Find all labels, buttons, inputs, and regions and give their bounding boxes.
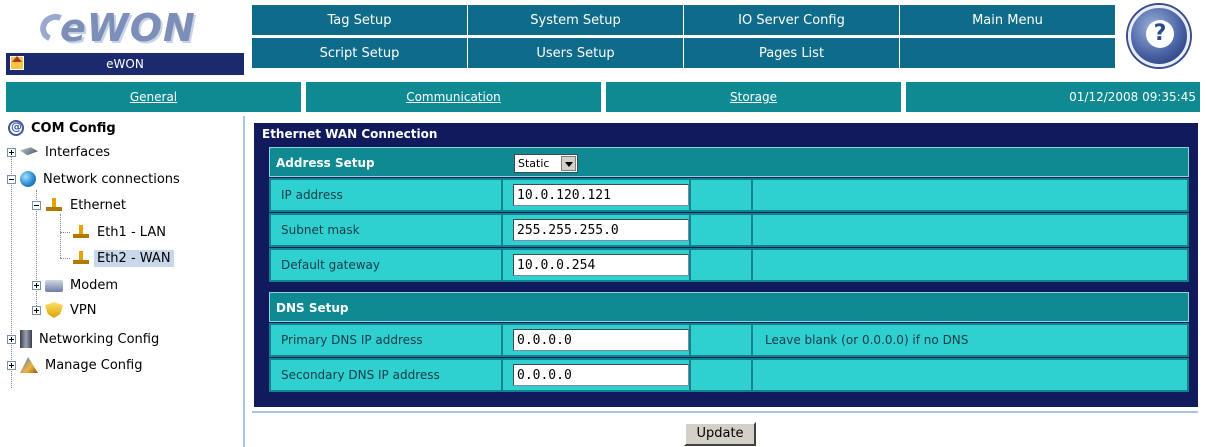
nav-io-server-config[interactable]: IO Server Config (684, 5, 900, 36)
expand-icon[interactable] (7, 334, 16, 344)
primary-dns-label: Primary DNS IP address (271, 325, 501, 355)
spacer-cell (691, 180, 751, 210)
subnet-mask-hint (753, 215, 1187, 245)
tree-item-networking-config[interactable]: Networking Config (7, 329, 162, 349)
tree-root-com-config[interactable]: COM Config (8, 118, 119, 138)
logo: eWON (60, 6, 196, 50)
com-config-icon (8, 120, 24, 136)
vpn-shield-icon (45, 302, 63, 318)
ethernet-port-icon (72, 250, 90, 266)
nav-system-setup[interactable]: System Setup (468, 5, 684, 36)
nav-empty-cell (900, 38, 1116, 69)
ip-address-hint (753, 180, 1187, 210)
nav-main-menu[interactable]: Main Menu (900, 5, 1116, 36)
update-button[interactable]: Update (684, 422, 756, 446)
sub-nav: General Communication Storage 01/12/2008… (6, 82, 1200, 112)
expand-icon[interactable] (32, 305, 41, 315)
tree-connector (60, 258, 70, 259)
help-button[interactable]: ? (1128, 5, 1190, 67)
tree-item-vpn[interactable]: VPN (32, 300, 99, 320)
default-gateway-row: Default gateway (269, 248, 1189, 282)
collapse-icon[interactable] (7, 174, 16, 184)
collapse-icon[interactable] (32, 200, 41, 210)
tree-item-eth1-lan[interactable]: Eth1 - LAN (72, 222, 169, 242)
top-nav: Tag Setup System Setup IO Server Config … (252, 5, 1116, 71)
modem-icon (45, 280, 63, 292)
address-setup-header: Address Setup Static (269, 147, 1189, 177)
nav-pages-list[interactable]: Pages List (684, 38, 900, 69)
expand-icon[interactable] (7, 147, 16, 157)
primary-dns-input[interactable] (513, 329, 689, 351)
nav-script-setup[interactable]: Script Setup (252, 38, 468, 69)
ip-address-row: IP address (269, 178, 1189, 212)
secondary-dns-hint (753, 360, 1187, 390)
dns-setup-header: DNS Setup (269, 292, 1189, 322)
home-bar[interactable]: eWON (6, 53, 244, 75)
ip-address-input[interactable] (513, 184, 689, 206)
expand-icon[interactable] (32, 280, 41, 290)
address-mode-value: Static (518, 157, 550, 170)
help-icon: ? (1146, 20, 1174, 48)
tree-connector (60, 232, 70, 233)
expand-icon[interactable] (7, 360, 16, 370)
panel-title: Ethernet WAN Connection (262, 127, 438, 141)
spacer-cell (691, 360, 751, 390)
ethernet-port-icon (72, 224, 90, 240)
nav-tag-setup[interactable]: Tag Setup (252, 5, 468, 36)
primary-dns-row: Primary DNS IP address Leave blank (or 0… (269, 323, 1189, 357)
secondary-dns-label: Secondary DNS IP address (271, 360, 501, 390)
home-label: eWON (106, 57, 144, 71)
ethernet-icon (45, 197, 63, 213)
default-gateway-input[interactable] (513, 254, 689, 276)
tree-item-network-connections[interactable]: Network connections (7, 169, 183, 189)
secondary-dns-row: Secondary DNS IP address (269, 358, 1189, 392)
panel-divider (252, 411, 1198, 413)
default-gateway-label: Default gateway (271, 250, 501, 280)
tree-item-manage-config[interactable]: Manage Config (7, 355, 145, 375)
tab-storage[interactable]: Storage (606, 82, 906, 112)
nav-users-setup[interactable]: Users Setup (468, 38, 684, 69)
subnet-mask-input[interactable] (513, 219, 689, 241)
logo-area: eWON eWON (0, 0, 246, 76)
spacer-cell (691, 325, 751, 355)
primary-dns-cell (503, 325, 689, 355)
ethernet-wan-panel: Ethernet WAN Connection Address Setup St… (254, 123, 1198, 407)
tree-item-eth2-wan[interactable]: Eth2 - WAN (72, 248, 174, 268)
tree-item-ethernet[interactable]: Ethernet (32, 195, 129, 215)
address-mode-select[interactable]: Static (514, 154, 578, 173)
datetime-display: 01/12/2008 09:35:45 (906, 82, 1200, 112)
default-gateway-hint (753, 250, 1187, 280)
ip-address-cell (503, 180, 689, 210)
ip-address-label: IP address (271, 180, 501, 210)
spacer-cell (691, 215, 751, 245)
tree-item-interfaces[interactable]: Interfaces (7, 142, 113, 162)
network-globe-icon (20, 171, 36, 187)
interfaces-icon (20, 147, 38, 156)
tree-item-modem[interactable]: Modem (32, 275, 121, 295)
chevron-down-icon[interactable] (561, 156, 576, 171)
address-setup-label: Address Setup (276, 156, 375, 170)
primary-dns-hint: Leave blank (or 0.0.0.0) if no DNS (753, 325, 1187, 355)
subnet-mask-cell (503, 215, 689, 245)
secondary-dns-cell (503, 360, 689, 390)
tab-communication[interactable]: Communication (306, 82, 606, 112)
networking-config-icon (20, 330, 32, 348)
tree-connector (11, 156, 12, 388)
secondary-dns-input[interactable] (513, 364, 689, 386)
dns-setup-label: DNS Setup (276, 301, 349, 315)
subnet-mask-label: Subnet mask (271, 215, 501, 245)
manage-config-icon (20, 357, 38, 373)
tree-connector (60, 214, 61, 258)
spacer-cell (691, 250, 751, 280)
tab-general[interactable]: General (6, 82, 306, 112)
subnet-mask-row: Subnet mask (269, 213, 1189, 247)
config-tree: COM Config Interfaces Network connection… (0, 116, 244, 447)
default-gateway-cell (503, 250, 689, 280)
